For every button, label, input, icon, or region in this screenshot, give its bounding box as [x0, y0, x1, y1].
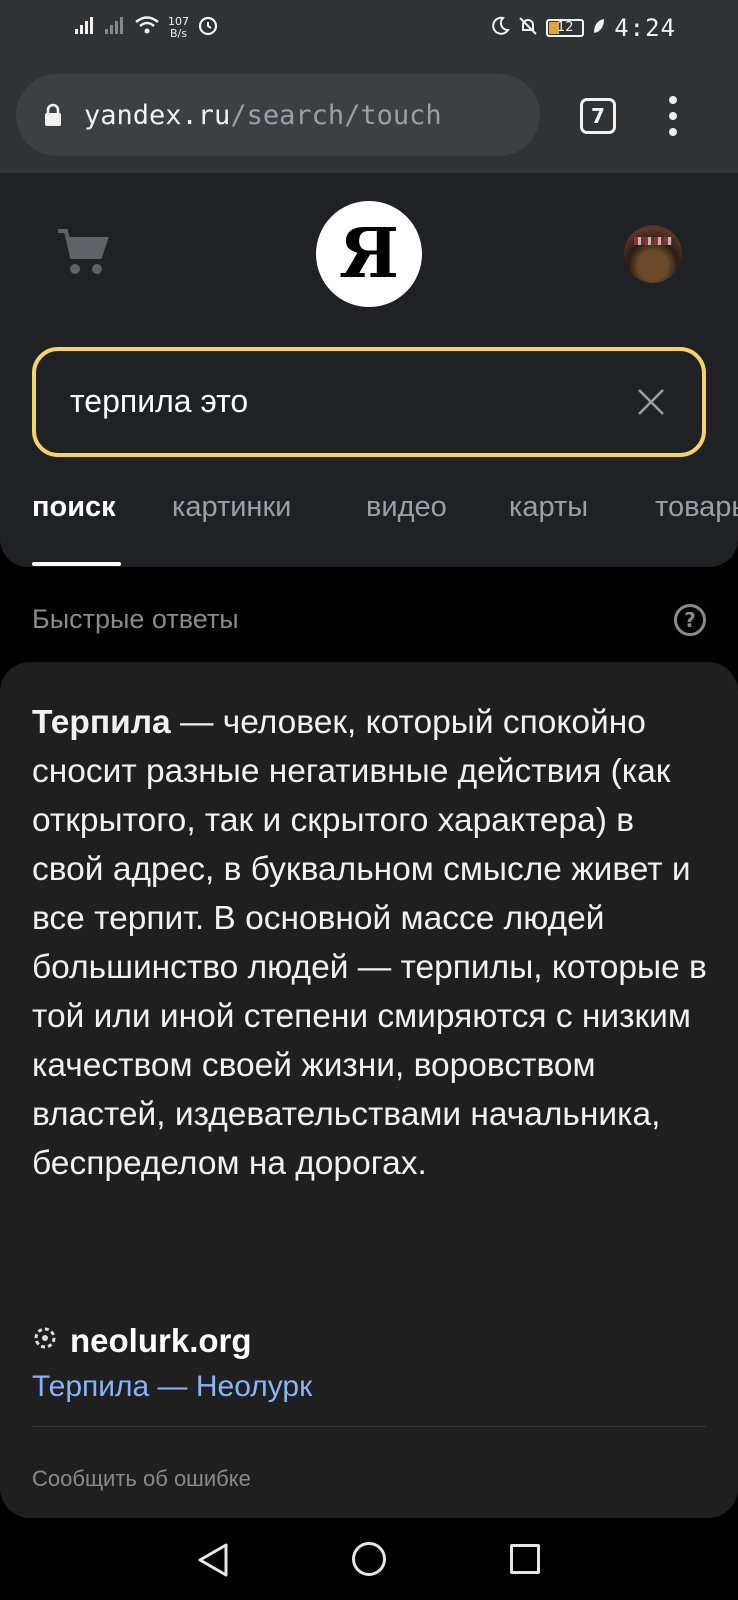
- home-icon[interactable]: [352, 1542, 386, 1576]
- answer-text: Терпила — человек, который спокойно снос…: [32, 698, 708, 1188]
- battery-icon: 12: [546, 19, 585, 37]
- search-query[interactable]: терпила это: [70, 383, 248, 420]
- search-tabs: поиск картинки видео карты товары: [0, 491, 738, 567]
- more-menu-icon[interactable]: [667, 96, 679, 136]
- tab-products[interactable]: товары: [655, 491, 738, 524]
- report-error-link[interactable]: Сообщить об ошибке: [32, 1466, 251, 1492]
- url-text: yandex.ru/search/touch: [84, 99, 442, 131]
- avatar[interactable]: [624, 225, 682, 283]
- status-bar: 107 B/s 12 4:24: [0, 0, 738, 58]
- clock: 4:24: [614, 14, 676, 42]
- signal-icon-2: [104, 15, 126, 40]
- mute-icon: [518, 16, 538, 41]
- alarm-icon: [197, 14, 219, 41]
- search-header: Я терпила это поиск картинки видео карты…: [0, 173, 738, 567]
- search-input[interactable]: терпила это: [32, 347, 706, 457]
- network-speed: 107 B/s: [168, 14, 189, 40]
- clear-icon[interactable]: [636, 387, 666, 421]
- leaf-icon: [592, 16, 606, 40]
- divider: [32, 1426, 706, 1427]
- answer-term: Терпила: [32, 704, 171, 741]
- source-link[interactable]: Терпила — Неолурк: [32, 1370, 312, 1404]
- cart-icon[interactable]: [56, 227, 112, 281]
- back-icon[interactable]: [196, 1542, 230, 1582]
- active-tab-indicator: [32, 562, 121, 566]
- tab-images[interactable]: картинки: [172, 491, 291, 524]
- wifi-icon: [134, 15, 160, 40]
- answer-card: Терпила — человек, который спокойно снос…: [0, 662, 738, 1518]
- tab-search[interactable]: поиск: [32, 491, 116, 524]
- answer-source[interactable]: neolurk.org: [32, 1322, 252, 1360]
- quick-answers-title: Быстрые ответы: [32, 604, 239, 634]
- answer-definition: — человек, который спокойно сносит разны…: [32, 704, 707, 1182]
- tab-switcher-button[interactable]: 7: [580, 98, 616, 134]
- tab-maps[interactable]: карты: [509, 491, 588, 524]
- browser-toolbar: yandex.ru/search/touch 7: [0, 58, 738, 173]
- address-bar[interactable]: yandex.ru/search/touch: [16, 74, 540, 156]
- help-icon[interactable]: ?: [674, 604, 706, 636]
- signal-icon: [74, 15, 96, 40]
- tab-video[interactable]: видео: [366, 491, 447, 524]
- system-nav-bar: [0, 1520, 738, 1600]
- recents-icon[interactable]: [510, 1544, 540, 1574]
- lock-icon: [44, 103, 62, 127]
- moon-icon: [490, 16, 511, 41]
- site-favicon-icon: [32, 1325, 58, 1358]
- source-domain[interactable]: neolurk.org: [70, 1322, 252, 1360]
- yandex-logo[interactable]: Я: [316, 201, 422, 307]
